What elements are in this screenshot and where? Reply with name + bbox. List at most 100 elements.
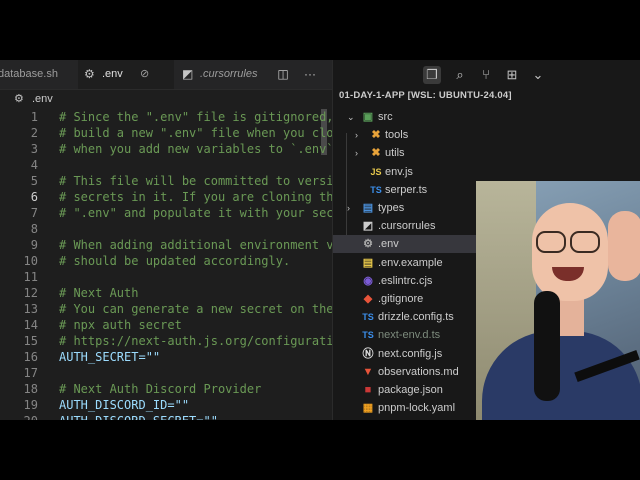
activity-toolbar: ❐ ⌕ ⑂ ⊞ ⌄: [333, 60, 640, 89]
code-line[interactable]: 19 AUTH_DISCORD_ID="": [0, 397, 332, 413]
tree-item-package-json[interactable]: ■ package.json: [333, 381, 478, 399]
chevron-right-icon[interactable]: ›: [347, 199, 350, 217]
tree-item-dot-cursorrules[interactable]: ◩ .cursorrules: [333, 217, 478, 235]
code-line[interactable]: 11: [0, 269, 332, 285]
extensions-icon[interactable]: ⊞: [503, 66, 521, 84]
chevron-right-icon[interactable]: ›: [355, 144, 358, 162]
line-number: 14: [23, 318, 38, 332]
tree-item-label: tools: [385, 129, 409, 142]
tree-item-observations-md[interactable]: ▼ observations.md: [333, 363, 478, 381]
line-number: 13: [23, 302, 38, 316]
tree-item-utils[interactable]: › ✖ utils: [333, 144, 478, 162]
tree-item-label: .cursorrules: [378, 220, 436, 233]
code-text: AUTH_DISCORD_ID="": [59, 398, 190, 412]
line-number: 12: [23, 286, 38, 300]
line-number: 4: [30, 158, 38, 172]
more-actions-icon[interactable]: ···: [304, 67, 316, 81]
code-line[interactable]: 6 # secrets in it. If you are cloning th: [0, 189, 332, 205]
markdown-icon: ▼: [362, 365, 374, 378]
tree-item-label: src: [378, 111, 393, 123]
tab-cursorrules[interactable]: ◩ .cursorrules: [174, 60, 270, 89]
code-line[interactable]: 9 # When adding additional environment v: [0, 237, 332, 253]
code-text: # You can generate a new secret on the: [59, 302, 332, 316]
cursor-icon: ◩: [362, 220, 374, 233]
code-line[interactable]: 18 # Next Auth Discord Provider: [0, 381, 332, 397]
tree-item-next-config-js[interactable]: Ⓝnext.config.js: [333, 345, 478, 363]
explorer-title: 01-DAY-1-APP [WSL: UBUNTU-24.04]: [339, 90, 512, 101]
breadcrumb-file[interactable]: .env: [32, 89, 53, 109]
tab-database-sh[interactable]: database.sh: [0, 60, 78, 89]
code-text: # Next Auth Discord Provider: [59, 382, 262, 396]
tab-label: database.sh: [0, 68, 58, 80]
editor-window: database.sh ⚙ .env ⊘ ◩ .cursorrules ◫ ··…: [0, 60, 640, 420]
chevron-down-icon[interactable]: ⌄: [347, 108, 355, 126]
split-editor-icon[interactable]: ◫: [277, 67, 288, 81]
code-line[interactable]: 16 AUTH_SECRET="": [0, 349, 332, 365]
tree-item-dot-env-example[interactable]: ▤ .env.example: [333, 254, 478, 272]
tree-item-dot-env[interactable]: ⚙ .env: [333, 235, 478, 254]
tree-item-label: next-env.d.ts: [378, 329, 441, 342]
tab-label: .env: [102, 68, 123, 80]
modified-dot-icon[interactable]: ⊘: [140, 60, 149, 89]
tab-bar: database.sh ⚙ .env ⊘ ◩ .cursorrules ◫ ··…: [0, 60, 332, 90]
explorer-icon[interactable]: ❐: [423, 66, 441, 84]
line-number: 15: [23, 334, 38, 348]
git-icon: ◆: [363, 293, 373, 305]
code-line[interactable]: 13 # You can generate a new secret on the: [0, 301, 332, 317]
code-line[interactable]: 20 AUTH_DISCORD_SECRET="": [0, 413, 332, 420]
code-line[interactable]: 2 # build a new ".env" file when you clo: [0, 125, 332, 141]
tree-item-label: utils: [385, 147, 405, 160]
line-number: 11: [23, 270, 38, 284]
tree-item-serper-ts[interactable]: TS serper.ts: [333, 181, 478, 199]
tab-env[interactable]: ⚙ .env ⊘: [78, 60, 174, 89]
code-editor[interactable]: 1 # Since the ".env" file is gitignored, 2…: [0, 109, 332, 420]
tree-item-label: serper.ts: [385, 183, 428, 196]
pnpm-icon: ▦: [362, 402, 374, 415]
code-text: # https://next-auth.js.org/configurati: [59, 334, 332, 348]
search-icon[interactable]: ⌕: [451, 66, 469, 84]
next-icon: Ⓝ: [362, 347, 374, 360]
code-line[interactable]: 10 # should be updated accordingly.: [0, 253, 332, 269]
tree-item-label: observations.md: [378, 365, 459, 378]
code-line[interactable]: 7 # ".env" and populate it with your sec: [0, 205, 332, 221]
tree-item-src[interactable]: ⌄ ▣ src: [333, 108, 478, 126]
tree-item-dot-gitignore[interactable]: ◆ .gitignore: [333, 290, 478, 308]
source-control-icon[interactable]: ⑂: [477, 66, 495, 84]
tree-item-tools[interactable]: › ✖ tools: [333, 126, 478, 144]
code-text: # This file will be committed to versi: [59, 174, 332, 188]
gear-icon: ⚙: [14, 93, 24, 105]
code-line[interactable]: 15 # https://next-auth.js.org/configurati: [0, 333, 332, 349]
folder-types-icon: ▤: [362, 202, 374, 214]
code-line[interactable]: 1 # Since the ".env" file is gitignored,: [0, 109, 332, 125]
code-line[interactable]: 14 # npx auth secret: [0, 317, 332, 333]
code-line[interactable]: 12 # Next Auth: [0, 285, 332, 301]
code-line[interactable]: 8: [0, 221, 332, 237]
folder-utils-icon: ✖: [371, 147, 381, 160]
chevron-right-icon[interactable]: ›: [355, 126, 358, 144]
cursor-icon: ◩: [182, 67, 194, 81]
code-line[interactable]: 3 # when you add new variables to `.env`: [0, 141, 332, 157]
line-number: 5: [30, 174, 38, 188]
tree-item-pnpm-lock-yaml[interactable]: ▦ pnpm-lock.yaml: [333, 399, 478, 417]
tree-item-env-js[interactable]: JS env.js: [333, 163, 478, 181]
code-line[interactable]: 5 # This file will be committed to versi: [0, 173, 332, 189]
line-number: 1: [30, 110, 38, 124]
tree-item-next-env-d-ts[interactable]: TS next-env.d.ts: [333, 326, 478, 344]
tree-item-types[interactable]: › ▤ types: [333, 199, 478, 217]
ts-icon: TS: [370, 184, 382, 195]
env-icon: ▤: [362, 256, 374, 269]
tree-item-label: .gitignore: [378, 293, 424, 305]
code-line[interactable]: 17: [0, 365, 332, 381]
code-text: # Since the ".env" file is gitignored,: [59, 110, 332, 124]
chevron-down-icon[interactable]: ⌄: [529, 66, 547, 84]
tree-item-dot-eslintrc-cjs[interactable]: ◉ .eslintrc.cjs: [333, 272, 478, 290]
line-number: 20: [0, 413, 38, 420]
line-number: 6: [30, 190, 38, 204]
code-text: # ".env" and populate it with your sec: [59, 206, 332, 220]
gear-icon: ⚙: [84, 67, 95, 81]
tree-item-drizzle-config-ts[interactable]: TS drizzle.config.ts: [333, 308, 478, 326]
tab-label: .cursorrules: [200, 68, 258, 80]
eslint-icon: ◉: [363, 274, 373, 287]
code-text: AUTH_SECRET="": [59, 350, 161, 364]
code-line[interactable]: 4: [0, 157, 332, 173]
